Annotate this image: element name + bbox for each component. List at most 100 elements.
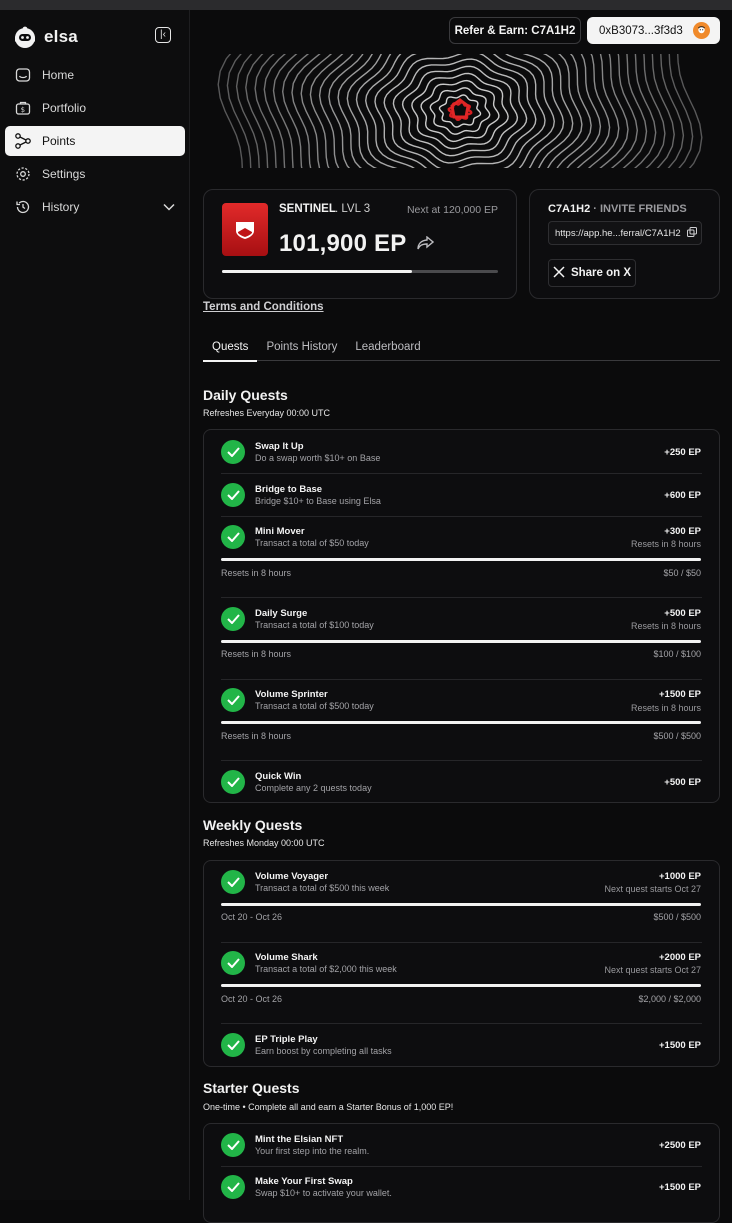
share-on-x-button[interactable]: Share on X: [548, 259, 636, 287]
divider: [221, 597, 702, 598]
sidebar-item-settings[interactable]: Settings: [5, 159, 185, 189]
quest-name: Volume Shark: [255, 952, 318, 963]
weekly-quests-list: Volume Voyager Transact a total of $500 …: [203, 860, 720, 1067]
quest-reward: +250 EP: [664, 447, 701, 458]
check-icon: [221, 607, 245, 631]
sidebar-item-history[interactable]: History: [5, 192, 185, 222]
quest-date-range: Oct 20 - Oct 26: [221, 994, 283, 1004]
quest-description: Transact a total of $50 today: [255, 538, 369, 548]
rank-badge: [222, 203, 268, 256]
points-tabs: Quests Points History Leaderboard: [203, 338, 720, 362]
terms-link[interactable]: Terms and Conditions: [203, 301, 324, 313]
sidebar-item-portfolio[interactable]: $ Portfolio: [5, 93, 185, 123]
starter-quests-list: Mint the Elsian NFT Your first step into…: [203, 1123, 720, 1223]
wallet-button[interactable]: 0xB3073...3f3d3: [587, 17, 720, 44]
banner-wave-ring: [281, 54, 639, 168]
quest-next-start: Next quest starts Oct 27: [604, 884, 701, 894]
collapse-sidebar-button[interactable]: |‹: [155, 27, 171, 43]
check-icon: [221, 483, 245, 507]
ep-total: 101,900 EP: [279, 230, 407, 257]
quest-reward: +1500 EP: [659, 1040, 701, 1051]
banner-wave-ring: [346, 54, 574, 168]
copy-icon[interactable]: [686, 226, 697, 240]
quest-description: Swap $10+ to activate your wallet.: [255, 1188, 392, 1198]
quest-progress-bar: [221, 721, 701, 724]
brand[interactable]: elsa: [12, 24, 78, 50]
quest-reset-time: Resets in 8 hours: [630, 703, 701, 713]
sidebar-item-points[interactable]: Points: [5, 126, 185, 156]
shield-icon: [236, 221, 254, 239]
check-icon: [221, 1175, 245, 1199]
quest-reward: +600 EP: [664, 490, 701, 501]
quest-reward: +1000 EP: [659, 871, 701, 882]
sidebar-item-label: Home: [42, 68, 75, 82]
banner-wave-ring: [429, 87, 491, 135]
rank-progress-fill: [222, 270, 413, 273]
history-icon: [14, 198, 32, 216]
check-icon: [221, 951, 245, 975]
sidebar-item-label: Portfolio: [42, 101, 87, 115]
quest-description: Transact a total of $2,000 this week: [255, 964, 397, 974]
sidebar-item-home[interactable]: Home: [5, 60, 185, 90]
refer-earn-button[interactable]: Refer & Earn: C7A1H2: [449, 17, 581, 44]
rank-level: . LVL 3: [335, 203, 371, 215]
tab-points-history[interactable]: Points History: [257, 338, 346, 361]
divider: [221, 760, 702, 761]
sidebar-item-label: Points: [42, 134, 76, 148]
quest-description: Do a swap worth $10+ on Base: [255, 453, 381, 463]
quest-reward: +2500 EP: [659, 1140, 701, 1151]
banner-wave-ring: [254, 54, 666, 168]
quest-description: Earn boost by completing all tasks: [255, 1046, 392, 1056]
banner-wave-ring: [235, 54, 685, 168]
quest-reward: +2000 EP: [659, 952, 701, 963]
referral-code: C7A1H2: [548, 203, 591, 215]
quest-footer-left: Resets in 8 hours: [221, 649, 292, 659]
check-icon: [221, 870, 245, 894]
sidebar-nav: Home $ Portfolio Points Settings History: [5, 60, 185, 225]
quest-name: Quick Win: [255, 771, 302, 782]
check-icon: [221, 1033, 245, 1057]
quest-name: Daily Surge: [255, 608, 308, 619]
check-icon: [221, 770, 245, 794]
weekly-quests-subtitle: Refreshes Monday 00:00 UTC: [203, 838, 325, 848]
tab-quests[interactable]: Quests: [203, 338, 258, 362]
browser-top-bar: [0, 0, 732, 10]
quest-name: Make Your First Swap: [255, 1176, 353, 1187]
quest-footer-left: Resets in 8 hours: [221, 731, 292, 741]
quest-reward: +1500 EP: [659, 1182, 701, 1193]
check-icon: [221, 1133, 245, 1157]
rank-name: SENTINEL: [279, 203, 336, 215]
daily-quests-list: Swap It Up Do a swap worth $10+ on Base …: [203, 429, 720, 803]
wallet-address: 0xB3073...3f3d3: [599, 24, 683, 37]
daily-quests-title: Daily Quests: [203, 387, 288, 403]
banner-wave-ring: [374, 54, 546, 168]
tab-leaderboard[interactable]: Leaderboard: [346, 338, 429, 361]
chevron-down-icon[interactable]: [163, 200, 175, 214]
banner-wave-ring: [245, 54, 675, 168]
check-icon: [221, 525, 245, 549]
quest-reset-time: Resets in 8 hours: [630, 621, 701, 631]
rank-progress-bar: [222, 270, 498, 273]
quest-name: Volume Voyager: [255, 871, 329, 882]
quest-description: Bridge $10+ to Base using Elsa: [255, 496, 381, 506]
banner-wave-ring: [272, 54, 648, 168]
quest-progress-value: $2,000 / $2,000: [638, 994, 701, 1004]
quest-reward: +300 EP: [664, 526, 701, 537]
quest-name: Mint the Elsian NFT: [255, 1134, 344, 1145]
quest-description: Transact a total of $500 this week: [255, 883, 390, 893]
quest-description: Transact a total of $100 today: [255, 620, 374, 630]
invite-title-suffix: · INVITE FRIENDS: [590, 203, 687, 215]
banner-wave-ring: [411, 72, 509, 150]
starter-quests-subtitle: One-time • Complete all and earn a Start…: [203, 1102, 454, 1112]
banner-wave-ring: [383, 54, 537, 168]
svg-text:$: $: [21, 106, 25, 114]
share-icon[interactable]: [417, 235, 435, 255]
referral-link-field[interactable]: https://app.he...ferral/C7A1H2: [548, 221, 702, 245]
gear-icon: [14, 165, 32, 183]
home-icon: [14, 66, 32, 84]
divider: [221, 473, 702, 474]
quest-reward: +500 EP: [664, 608, 701, 619]
quest-footer-left: Resets in 8 hours: [221, 568, 292, 578]
share-on-x-label: Share on X: [570, 267, 632, 279]
divider: [221, 679, 702, 680]
